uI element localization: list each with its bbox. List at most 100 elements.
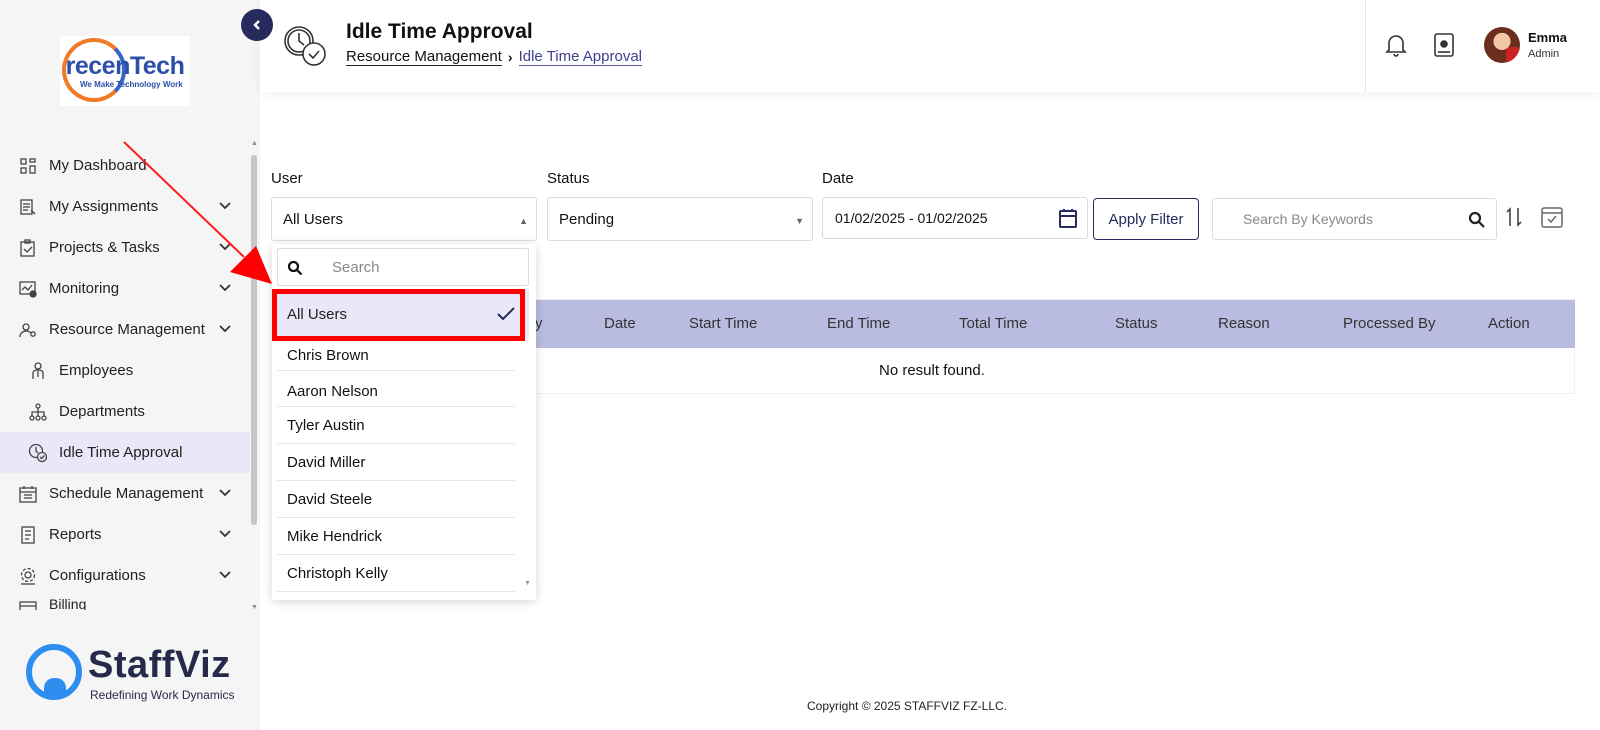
date-range-input[interactable]: 01/02/2025 - 01/02/2025 (822, 197, 1088, 239)
billing-icon (18, 596, 38, 610)
sidebar-item-billing[interactable]: Billing (0, 596, 250, 610)
org-chart-icon (28, 402, 48, 422)
sidebar-item-label: Configurations (49, 567, 146, 584)
sidebar-item-schedule-management[interactable]: Schedule Management (0, 473, 250, 514)
dropdown-scroll-down-arrow[interactable]: ▼ (524, 580, 531, 587)
status-select[interactable]: Pending ▼ (547, 197, 813, 241)
sidebar-item-label: Monitoring (49, 280, 120, 297)
user-role: Admin (1528, 48, 1560, 60)
clock-check-icon (282, 24, 328, 73)
staffviz-tagline: Redefining Work Dynamics (90, 688, 235, 702)
sidebar-item-employees[interactable]: Employees (0, 350, 250, 391)
sidebar-item-departments[interactable]: Departments (0, 391, 250, 432)
table-header-processed-by: Processed By (1343, 315, 1436, 332)
chevron-right-icon: › (507, 49, 513, 65)
annotation-arrow-icon (123, 141, 272, 284)
dropdown-option[interactable]: David Steele (277, 481, 515, 518)
caret-up-icon: ▲ (519, 216, 528, 226)
logo-brand-text: recenTech (65, 51, 185, 80)
dropdown-search-input[interactable] (332, 249, 512, 285)
table-header-status: Status (1115, 315, 1158, 332)
report-icon (18, 525, 38, 545)
sidebar-item-label: Employees (59, 362, 134, 379)
sidebar-scroll-down-arrow[interactable]: ▼ (251, 604, 258, 611)
sort-icon[interactable] (1505, 206, 1523, 233)
search-icon[interactable] (1468, 211, 1486, 234)
idle-time-table: y Date Start Time End Time Total Time St… (534, 299, 1575, 394)
staffviz-name: StaffViz (88, 644, 231, 686)
employee-icon (28, 361, 48, 381)
staffviz-logo: StaffViz Redefining Work Dynamics (26, 644, 246, 704)
keyword-search-box[interactable] (1212, 198, 1497, 240)
status-filter-label: Status (547, 170, 590, 187)
settings-gear-icon[interactable] (1432, 32, 1456, 63)
table-header-action: Action (1488, 315, 1530, 332)
caret-down-icon: ▼ (795, 216, 804, 226)
monitoring-icon (18, 279, 38, 299)
sidebar-collapse-button[interactable] (241, 9, 273, 41)
table-header-total-time: Total Time (959, 315, 1028, 332)
calendar-icon[interactable] (1059, 208, 1077, 231)
calendar-check-icon[interactable] (1540, 205, 1564, 234)
users-gear-icon (18, 320, 38, 340)
sidebar: recenTech We Make Technology Work My Das… (0, 0, 260, 730)
empty-table-message: No result found. (879, 362, 985, 379)
dropdown-option[interactable]: Tyler Austin (277, 407, 515, 444)
breadcrumb-resource-management[interactable]: Resource Management (346, 48, 502, 66)
sidebar-item-reports[interactable]: Reports (0, 514, 250, 555)
page-header: Idle Time Approval Resource Management ›… (260, 0, 1600, 92)
apply-filter-button[interactable]: Apply Filter (1093, 198, 1199, 240)
config-gear-icon (18, 566, 38, 586)
user-select[interactable]: All Users ▲ (271, 197, 537, 241)
search-icon (287, 260, 303, 281)
header-divider (1365, 0, 1366, 92)
sidebar-item-resource-management[interactable]: Resource Management (0, 309, 250, 350)
sidebar-item-label: Idle Time Approval (59, 444, 183, 461)
date-range-value: 01/02/2025 - 01/02/2025 (835, 210, 988, 226)
clipboard-check-icon (18, 238, 38, 258)
dropdown-option[interactable]: Mike Hendrick (277, 518, 515, 555)
dashboard-icon (18, 156, 38, 176)
table-header: y Date Start Time End Time Total Time St… (535, 300, 1575, 348)
calendar-grid-icon (18, 484, 38, 504)
chevron-down-icon (219, 571, 231, 579)
dropdown-option[interactable]: Chris Brown (277, 341, 515, 371)
copyright-text: Copyright © 2025 STAFFVIZ FZ-LLC. (807, 699, 1008, 713)
sidebar-item-configurations[interactable]: Configurations (0, 555, 250, 596)
logo-tagline: We Make Technology Work (80, 80, 183, 89)
dropdown-search-box[interactable] (277, 248, 529, 286)
chevron-left-icon (253, 20, 260, 30)
assignments-icon (18, 197, 38, 217)
dropdown-option[interactable]: Aaron Nelson (277, 371, 515, 407)
user-select-value: All Users (283, 210, 344, 228)
date-filter-label: Date (822, 170, 854, 187)
table-header-start-time: Start Time (689, 315, 758, 332)
clock-check-icon (28, 443, 48, 463)
table-header-reason: Reason (1218, 315, 1270, 332)
sidebar-item-label: Reports (49, 526, 102, 543)
sidebar-item-idle-time-approval[interactable]: Idle Time Approval (0, 432, 250, 473)
dropdown-option[interactable]: Christoph Kelly (277, 555, 515, 592)
company-logo: recenTech We Make Technology Work (60, 36, 190, 106)
sidebar-item-label: Schedule Management (49, 485, 204, 502)
avatar[interactable] (1484, 27, 1520, 63)
user-name: Emma (1528, 30, 1568, 45)
table-header-end-time: End Time (827, 315, 891, 332)
sidebar-item-label: Departments (59, 403, 145, 420)
chevron-down-icon (219, 325, 231, 333)
table-header-partial: y (535, 315, 543, 332)
dropdown-option[interactable]: David Miller (277, 444, 515, 481)
staffviz-mark-icon (26, 644, 82, 700)
status-select-value: Pending (559, 210, 615, 228)
sidebar-item-label: Billing (49, 596, 87, 610)
bell-icon[interactable] (1384, 32, 1408, 63)
keyword-search-input[interactable] (1243, 199, 1463, 239)
table-header-date: Date (604, 315, 636, 332)
page-title: Idle Time Approval (346, 20, 533, 43)
annotation-highlight-box (272, 289, 525, 341)
sidebar-item-label: Resource Management (49, 321, 205, 338)
chevron-down-icon (219, 489, 231, 497)
breadcrumb: Resource Management › Idle Time Approval (346, 48, 642, 66)
breadcrumb-idle-time-approval[interactable]: Idle Time Approval (518, 48, 642, 66)
chevron-down-icon (219, 530, 231, 538)
